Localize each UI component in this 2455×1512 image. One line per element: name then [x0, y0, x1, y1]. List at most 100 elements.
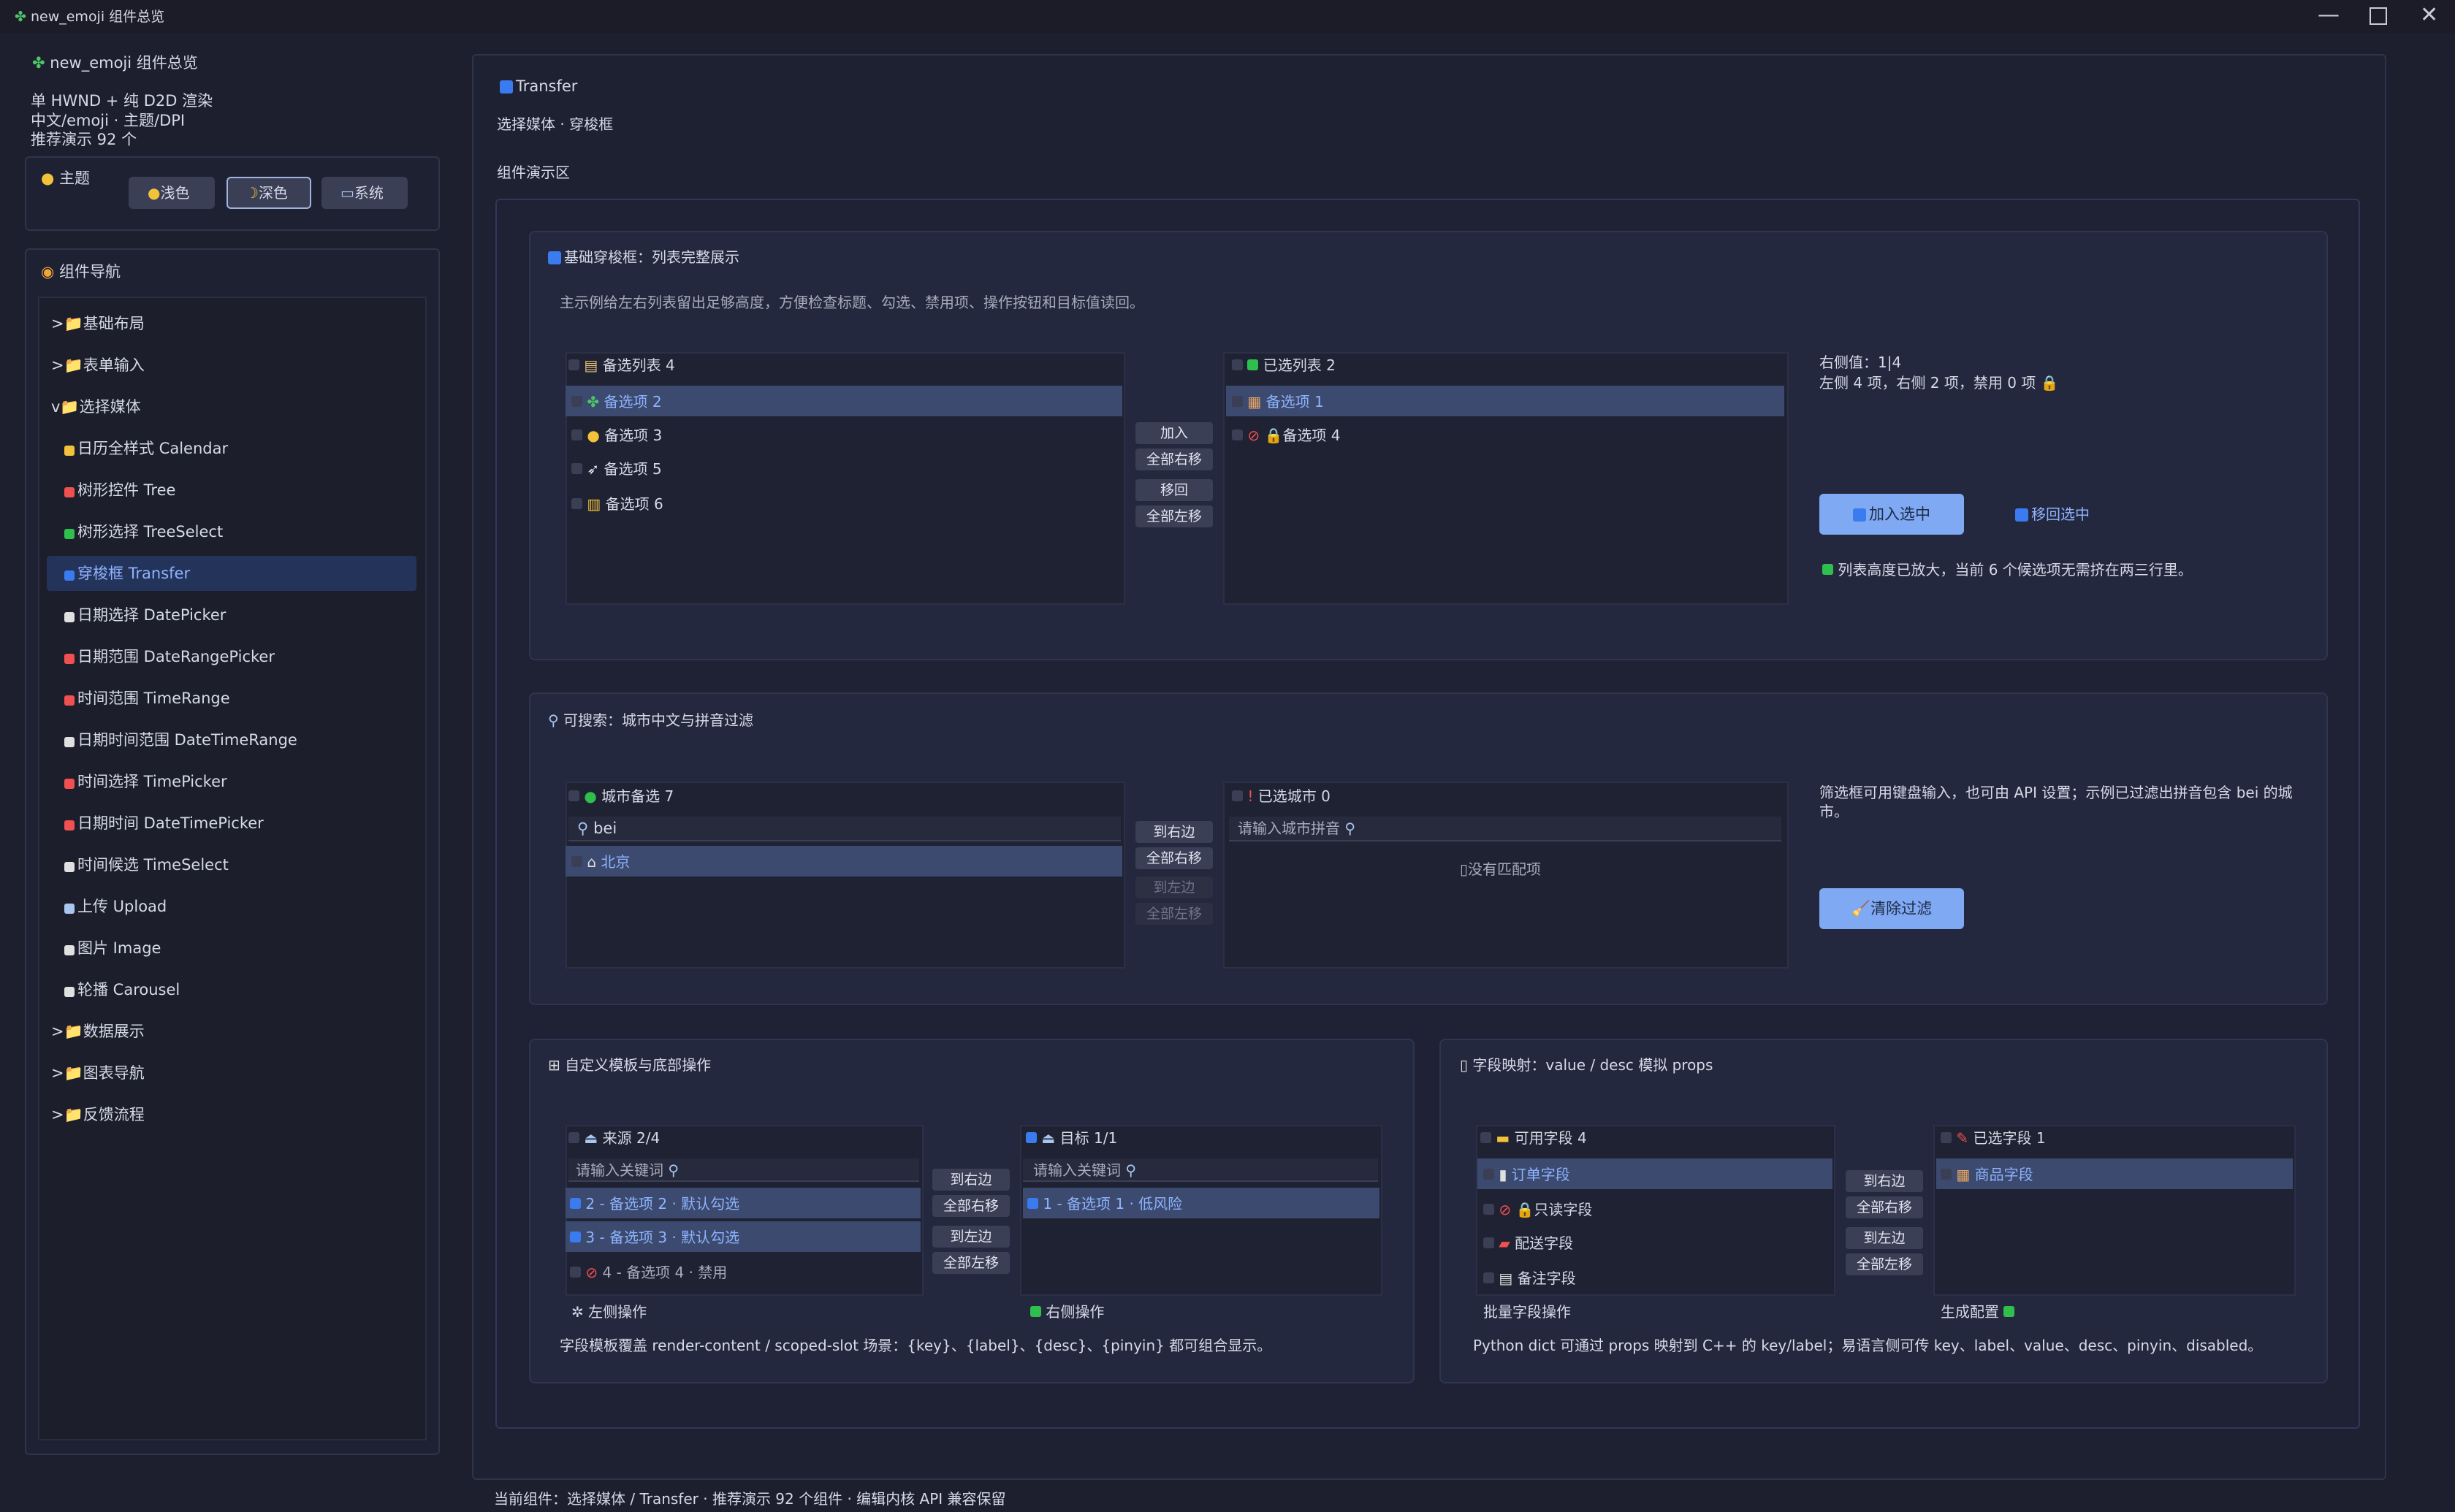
sidebar-group[interactable]: >📁基础布局 — [51, 316, 145, 332]
list-item[interactable]: 2 - 备选项 2 · 默认勾选 — [570, 1196, 739, 1211]
item-checkbox[interactable] — [571, 463, 582, 474]
add-button[interactable]: 加入 — [1135, 422, 1213, 444]
box-icon: ▦ — [1247, 393, 1262, 411]
left-footer[interactable]: 批量字段操作 — [1483, 1305, 1571, 1319]
to-left-button[interactable]: 到左边 — [1846, 1227, 1923, 1249]
sidebar-item[interactable]: 日历全样式 Calendar — [64, 441, 228, 457]
select-all-checkbox[interactable] — [1232, 359, 1243, 370]
select-all-checkbox[interactable] — [1941, 1132, 1952, 1143]
list-item[interactable]: ⊘ 🔒只读字段 — [1483, 1202, 1592, 1217]
mapping-right-header[interactable]: ✎ 已选字段 1 — [1941, 1131, 2046, 1145]
to-right-button[interactable]: 到右边 — [1135, 821, 1213, 843]
item-checkbox[interactable] — [1483, 1204, 1494, 1215]
sidebar-group[interactable]: >📁图表导航 — [51, 1066, 145, 1081]
search-left-header[interactable]: ● 城市备选 7 — [568, 789, 674, 803]
add-selected-button[interactable]: 加入选中 — [1819, 494, 1964, 535]
sidebar-item[interactable]: 日期时间范围 DateTimeRange — [64, 733, 297, 748]
list-item[interactable]: ▤ 备注字段 — [1483, 1271, 1576, 1286]
theme-dark-button[interactable]: ☽深色 — [227, 177, 311, 209]
right-footer[interactable]: 生成配置 — [1941, 1305, 2015, 1319]
custom-right-header[interactable]: ⏏ 目标 1/1 — [1026, 1131, 1117, 1145]
item-checkbox[interactable] — [571, 856, 582, 867]
minimize-button[interactable]: — — [2318, 4, 2340, 26]
item-checkbox[interactable] — [570, 1198, 581, 1209]
list-item[interactable]: 3 - 备选项 3 · 默认勾选 — [570, 1230, 739, 1245]
to-right-button[interactable]: 到右边 — [932, 1169, 1010, 1191]
select-all-checkbox[interactable] — [1026, 1132, 1037, 1143]
list-item[interactable]: 1 - 备选项 1 · 低风险 — [1027, 1196, 1182, 1211]
sidebar-item[interactable]: 图片 Image — [64, 941, 161, 956]
sidebar-group[interactable]: >📁表单输入 — [51, 358, 145, 373]
to-left-button[interactable]: 到左边 — [1135, 877, 1213, 898]
sidebar-item[interactable]: 日期时间 DateTimePicker — [64, 816, 264, 831]
list-item[interactable]: ▦ 商品字段 — [1941, 1167, 2033, 1182]
sidebar-item[interactable]: 时间候选 TimeSelect — [64, 858, 229, 873]
maximize-button[interactable] — [2370, 7, 2387, 25]
sidebar-group[interactable]: >📁反馈流程 — [51, 1107, 145, 1123]
move-all-left-button[interactable]: 全部左移 — [1846, 1253, 1923, 1275]
item-checkbox[interactable] — [571, 396, 582, 407]
sidebar-item[interactable]: 穿梭框 Transfer — [64, 566, 190, 581]
list-item[interactable]: ● 备选项 3 — [571, 428, 662, 443]
select-all-checkbox[interactable] — [1480, 1132, 1491, 1143]
sidebar-group[interactable]: v📁选择媒体 — [51, 400, 141, 415]
custom-left-header[interactable]: ⏏ 来源 2/4 — [568, 1131, 660, 1145]
search-right-header[interactable]: ! 已选城市 0 — [1232, 789, 1331, 803]
list-item[interactable]: ➶ 备选项 5 — [571, 462, 662, 476]
select-all-checkbox[interactable] — [1232, 790, 1243, 801]
sidebar-item[interactable]: 时间选择 TimePicker — [64, 774, 227, 790]
basic-right-header[interactable]: 已选列表 2 — [1232, 358, 1336, 373]
select-all-checkbox[interactable] — [568, 1132, 579, 1143]
sidebar-item[interactable]: 树形选择 TreeSelect — [64, 524, 223, 540]
move-all-right-button[interactable]: 全部右移 — [1135, 847, 1213, 869]
close-button[interactable]: ✕ — [2420, 4, 2438, 26]
item-checkbox[interactable] — [570, 1232, 581, 1242]
move-all-left-button[interactable]: 全部左移 — [1135, 505, 1213, 527]
clear-filter-button[interactable]: 🧹清除过滤 — [1819, 888, 1964, 929]
item-checkbox[interactable] — [1232, 396, 1243, 407]
mapping-left-header[interactable]: ▬ 可用字段 4 — [1480, 1131, 1587, 1145]
basic-left-header[interactable]: ▤ 备选列表 4 — [568, 358, 675, 373]
list-item-selected[interactable] — [566, 846, 1122, 877]
list-item[interactable]: ⊘ 🔒备选项 4 — [1232, 428, 1340, 443]
to-right-button[interactable]: 到右边 — [1846, 1170, 1923, 1192]
move-all-left-button[interactable]: 全部左移 — [1135, 903, 1213, 925]
item-checkbox[interactable] — [1483, 1272, 1494, 1283]
to-left-button[interactable]: 到左边 — [932, 1226, 1010, 1248]
select-all-checkbox[interactable] — [568, 790, 579, 801]
move-all-right-button[interactable]: 全部右移 — [932, 1195, 1010, 1217]
left-footer[interactable]: ✲ 左侧操作 — [571, 1305, 647, 1319]
select-all-checkbox[interactable] — [568, 359, 579, 370]
item-checkbox[interactable] — [1483, 1237, 1494, 1248]
item-checkbox[interactable] — [1941, 1169, 1952, 1180]
item-checkbox[interactable] — [571, 498, 582, 509]
search-input[interactable] — [568, 817, 1121, 841]
move-all-right-button[interactable]: 全部右移 — [1135, 448, 1213, 470]
move-all-left-button[interactable]: 全部左移 — [932, 1252, 1010, 1274]
item-checkbox[interactable] — [1027, 1198, 1038, 1209]
move-all-right-button[interactable]: 全部右移 — [1846, 1196, 1923, 1218]
custom-desc: 字段模板覆盖 render-content / scoped-slot 场景：{… — [560, 1337, 1272, 1354]
check-icon — [2003, 1306, 2015, 1317]
sidebar-item[interactable]: 轮播 Carousel — [64, 982, 180, 998]
move-back-button[interactable]: 移回 — [1135, 479, 1213, 501]
item-checkbox[interactable] — [571, 429, 582, 440]
list-item[interactable]: ▮ 订单字段 — [1483, 1167, 1570, 1182]
list-item[interactable]: ✤ 备选项 2 — [571, 394, 662, 409]
theme-light-button[interactable]: ●浅色 — [129, 177, 215, 209]
list-item[interactable]: ▥ 备选项 6 — [571, 497, 663, 511]
item-checkbox[interactable] — [1232, 429, 1243, 440]
sidebar-group[interactable]: >📁数据展示 — [51, 1024, 145, 1039]
list-item[interactable]: ▦ 备选项 1 — [1232, 394, 1324, 409]
item-checkbox[interactable] — [1483, 1169, 1494, 1180]
right-footer[interactable]: 右侧操作 — [1030, 1305, 1104, 1319]
sidebar-item[interactable]: 树形控件 Tree — [64, 483, 175, 498]
theme-system-button[interactable]: ▭系统 — [321, 177, 408, 209]
sidebar-item[interactable]: 日期范围 DateRangePicker — [64, 649, 275, 665]
sidebar-item[interactable]: 日期选择 DatePicker — [64, 608, 226, 623]
sidebar-item[interactable]: 上传 Upload — [64, 899, 167, 915]
list-item[interactable]: ▰ 配送字段 — [1483, 1236, 1573, 1251]
sidebar-item[interactable]: 时间范围 TimeRange — [64, 691, 230, 706]
move-back-selected-button[interactable]: 移回选中 — [2015, 507, 2090, 522]
list-item[interactable]: ⌂ 北京 — [571, 855, 630, 869]
